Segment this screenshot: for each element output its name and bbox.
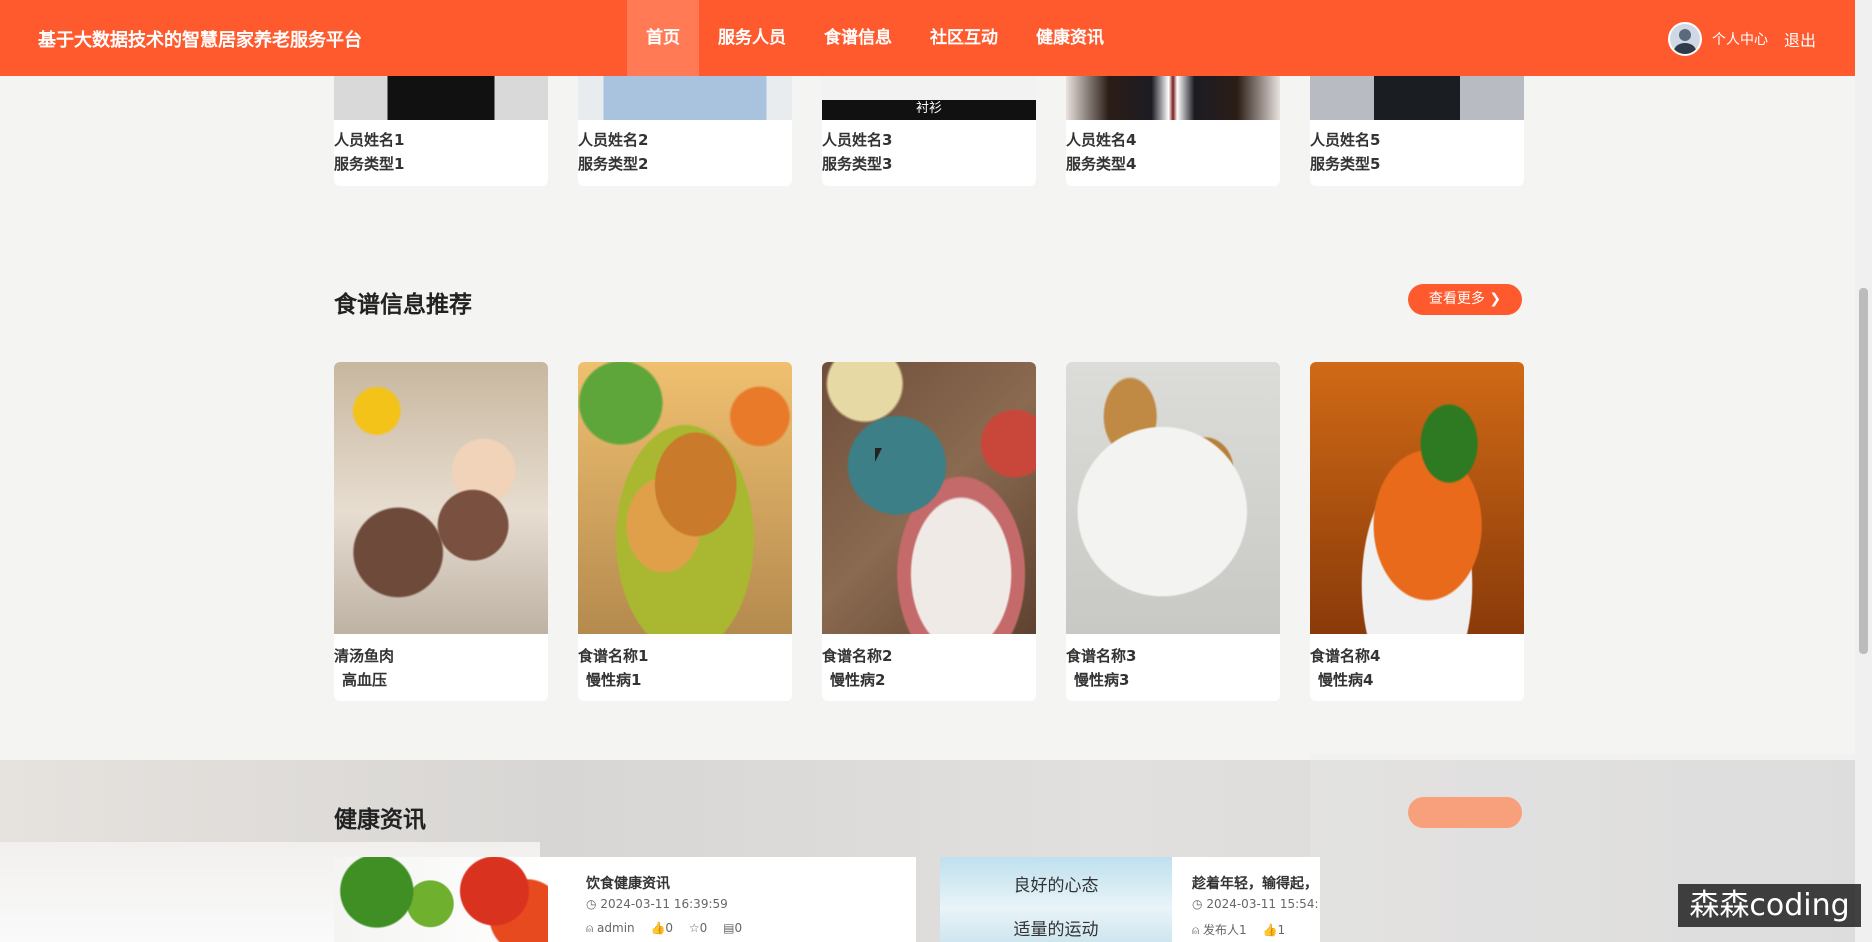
recipe-name: 清汤鱼肉: [334, 647, 395, 665]
nav-health-news[interactable]: 健康资讯: [1017, 0, 1123, 76]
recipe-image[interactable]: [822, 362, 1036, 634]
news-title[interactable]: 饮食健康资讯: [586, 873, 670, 893]
user-icon: ⍝: [586, 921, 594, 935]
nav-community[interactable]: 社区互动: [911, 0, 1017, 76]
staff-card[interactable]: 人员姓名4 服务类型4: [1066, 76, 1280, 186]
news-card[interactable]: 良好的心态 适量的运动 趁着年轻，输得起， ◷ 2024-03-11 15:54…: [940, 857, 1320, 942]
recipe-disease: 慢性病4: [1318, 671, 1374, 689]
staff-name: 人员姓名2: [578, 131, 649, 149]
staff-photo: 衬衫: [822, 76, 1036, 120]
comment-icon: ▤: [723, 921, 735, 935]
news-image[interactable]: 良好的心态 适量的运动: [940, 857, 1172, 942]
like-icon: 👍: [1262, 923, 1278, 937]
recipe-name: 食谱名称3: [1066, 647, 1137, 665]
news-section-title: 健康资讯: [334, 807, 426, 833]
staff-card[interactable]: 人员姓名5 服务类型5: [1310, 76, 1524, 186]
user-center-link[interactable]: 个人中心: [1712, 29, 1768, 49]
recipe-disease: 慢性病1: [586, 671, 642, 689]
recipe-card[interactable]: 食谱名称1 慢性病1: [578, 362, 792, 701]
recipe-image[interactable]: [578, 362, 792, 634]
staff-photo: [578, 76, 792, 120]
user-avatar[interactable]: [1668, 22, 1702, 56]
main-nav: 首页 服务人员 食谱信息 社区互动 健康资讯: [627, 0, 1123, 76]
recipe-image[interactable]: [334, 362, 548, 634]
news-title[interactable]: 趁着年轻，输得起，: [1192, 873, 1318, 893]
nav-staff[interactable]: 服务人员: [699, 0, 805, 76]
staff-card[interactable]: 人员姓名1 服务类型1: [334, 76, 548, 186]
news-stats: ⍝ admin 👍0 ☆0 ▤0: [586, 921, 743, 935]
recipe-disease: 高血压: [342, 671, 388, 689]
recipe-disease: 慢性病2: [830, 671, 886, 689]
staff-photo: [1310, 76, 1524, 120]
staff-name: 人员姓名3: [822, 131, 893, 149]
mouse-cursor-icon: [875, 448, 889, 462]
news-stats: ⍝ 发布人1 👍1: [1192, 923, 1286, 937]
recipes-section-title: 食谱信息推荐: [334, 292, 472, 318]
recipes-more-button[interactable]: 查看更多 ❯: [1408, 284, 1522, 315]
news-more-button[interactable]: [1408, 797, 1522, 828]
staff-name: 人员姓名4: [1066, 131, 1137, 149]
news-image-text: 良好的心态: [1013, 876, 1099, 896]
recipe-card[interactable]: 食谱名称3 慢性病3: [1066, 362, 1280, 701]
staff-type: 服务类型3: [822, 155, 893, 173]
photo-caption: 衬衫: [915, 101, 942, 116]
staff-card[interactable]: 人员姓名2 服务类型2: [578, 76, 792, 186]
logout-link[interactable]: 退出: [1784, 27, 1816, 51]
recipe-name: 食谱名称4: [1310, 647, 1381, 665]
user-area: 个人中心 退出: [1668, 22, 1816, 56]
site-title[interactable]: 基于大数据技术的智慧居家养老服务平台: [38, 26, 362, 52]
nav-recipes[interactable]: 食谱信息: [805, 0, 911, 76]
user-icon: ⍝: [1192, 923, 1200, 937]
news-image[interactable]: [334, 857, 548, 942]
recipe-card[interactable]: 食谱名称4 慢性病4: [1310, 362, 1524, 701]
recipe-image[interactable]: [1310, 362, 1524, 634]
clock-icon: ◷: [586, 897, 597, 911]
clock-icon: ◷: [1192, 897, 1203, 911]
staff-name: 人员姓名5: [1310, 131, 1381, 149]
staff-type: 服务类型1: [334, 155, 405, 173]
recipe-card[interactable]: 食谱名称2 慢性病2: [822, 362, 1036, 701]
watermark: 森森coding: [1678, 884, 1861, 927]
recipe-disease: 慢性病3: [1074, 671, 1130, 689]
recipe-list: 清汤鱼肉 高血压 食谱名称1 慢性病1 食谱名称2 慢性病2 食谱名称3 慢性病…: [334, 362, 1524, 701]
staff-type: 服务类型4: [1066, 155, 1137, 173]
recipe-name: 食谱名称1: [578, 647, 649, 665]
staff-type: 服务类型5: [1310, 155, 1381, 173]
top-navbar: 基于大数据技术的智慧居家养老服务平台 首页 服务人员 食谱信息 社区互动 健康资…: [0, 0, 1855, 76]
news-card[interactable]: 饮食健康资讯 ◷ 2024-03-11 16:39:59 ⍝ admin 👍0 …: [334, 857, 916, 942]
news-date: ◷ 2024-03-11 16:39:59: [586, 897, 728, 911]
news-author: 发布人1: [1203, 923, 1247, 937]
star-icon: ☆: [688, 921, 700, 935]
staff-photo: [1066, 76, 1280, 120]
news-date: ◷ 2024-03-11 15:54:: [1192, 897, 1319, 911]
recipe-image[interactable]: [1066, 362, 1280, 634]
staff-name: 人员姓名1: [334, 131, 405, 149]
recipe-card[interactable]: 清汤鱼肉 高血压: [334, 362, 548, 701]
like-icon: 👍: [650, 921, 666, 935]
staff-type: 服务类型2: [578, 155, 649, 173]
page-scrollbar-thumb[interactable]: [1859, 288, 1868, 654]
staff-photo: [334, 76, 548, 120]
staff-card[interactable]: 衬衫 人员姓名3 服务类型3: [822, 76, 1036, 186]
nav-home[interactable]: 首页: [627, 0, 699, 76]
recipe-name: 食谱名称2: [822, 647, 893, 665]
news-image-text: 适量的运动: [1013, 920, 1099, 940]
staff-list: 人员姓名1 服务类型1 人员姓名2 服务类型2 衬衫 人员姓名3 服务类型3 人…: [334, 76, 1524, 186]
news-author: admin: [597, 921, 635, 935]
